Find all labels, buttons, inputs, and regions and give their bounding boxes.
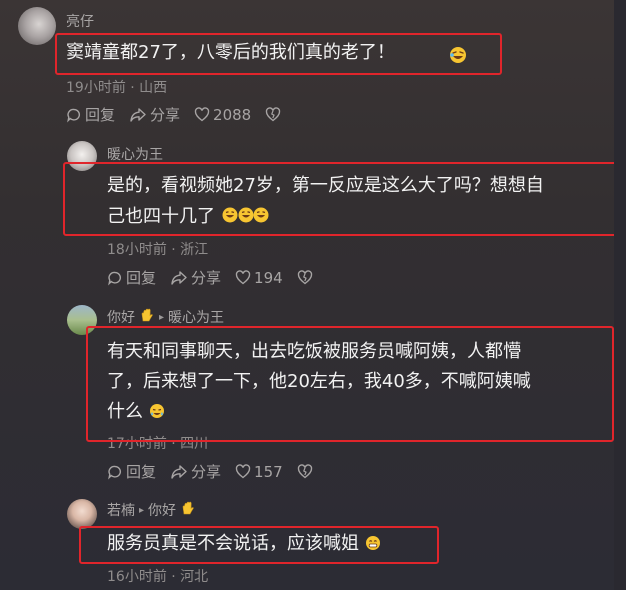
wave-emoji (139, 307, 155, 327)
comment-username: 若楠 ▸ 你好 (107, 500, 196, 520)
reply-button[interactable]: 回复 (107, 461, 156, 482)
like-button[interactable]: 2088 (194, 106, 251, 124)
share-button[interactable]: 分享 (170, 267, 221, 288)
highlight-box (86, 326, 614, 442)
share-icon (171, 464, 187, 479)
reply-to-username[interactable]: 你好 (148, 500, 176, 520)
heart-icon (194, 107, 210, 122)
highlight-box (79, 526, 439, 564)
share-icon (171, 270, 187, 285)
dislike-button[interactable] (297, 270, 313, 285)
broken-heart-icon (297, 464, 312, 479)
broken-heart-icon (266, 107, 281, 122)
reply-arrow-icon: ▸ (159, 311, 165, 323)
reply-icon (108, 271, 121, 285)
share-button[interactable]: 分享 (129, 104, 180, 125)
heart-icon (235, 270, 251, 285)
reply-button[interactable]: 回复 (107, 267, 156, 288)
avatar[interactable] (18, 7, 56, 45)
like-count: 157 (254, 462, 283, 481)
comment-meta: 18小时前 · 浙江 (107, 242, 209, 258)
highlight-box (55, 33, 502, 75)
reply-label: 回复 (126, 463, 157, 481)
comment-meta: 16小时前 · 河北 (107, 569, 209, 585)
comment-username: 你好 ▸ 暖心为王 (107, 307, 224, 327)
broken-heart-icon (297, 270, 312, 285)
avatar[interactable] (67, 499, 97, 529)
reply-arrow-icon: ▸ (139, 504, 145, 516)
comment-actions: 回复 分享 157 (107, 461, 327, 482)
reply-label: 回复 (126, 269, 157, 287)
like-button[interactable]: 194 (235, 269, 283, 287)
share-button[interactable]: 分享 (170, 461, 221, 482)
scrollbar[interactable] (614, 0, 626, 590)
share-icon (130, 107, 146, 122)
reply-label: 回复 (85, 106, 116, 124)
reply-icon (67, 108, 80, 122)
username[interactable]: 若楠 (107, 500, 135, 520)
wave-emoji (180, 500, 196, 520)
comment-actions: 回复 分享 2088 (66, 104, 295, 125)
comment-username[interactable]: 亮仔 (66, 11, 94, 31)
reply-to-username[interactable]: 暖心为王 (168, 307, 224, 327)
highlight-box (63, 162, 621, 236)
like-count: 194 (254, 268, 283, 287)
share-label: 分享 (191, 269, 222, 287)
share-label: 分享 (150, 106, 181, 124)
reply-button[interactable]: 回复 (66, 104, 115, 125)
reply-icon (108, 465, 121, 479)
dislike-button[interactable] (297, 464, 313, 479)
like-button[interactable]: 157 (235, 463, 283, 481)
like-count: 2088 (213, 105, 252, 124)
comment-meta: 19小时前 · 山西 (66, 80, 168, 96)
heart-icon (235, 464, 251, 479)
comment-actions: 回复 分享 194 (107, 267, 327, 288)
username[interactable]: 你好 (107, 307, 135, 327)
comment-username[interactable]: 暖心为王 (107, 144, 163, 164)
share-label: 分享 (191, 463, 222, 481)
dislike-button[interactable] (265, 107, 281, 122)
